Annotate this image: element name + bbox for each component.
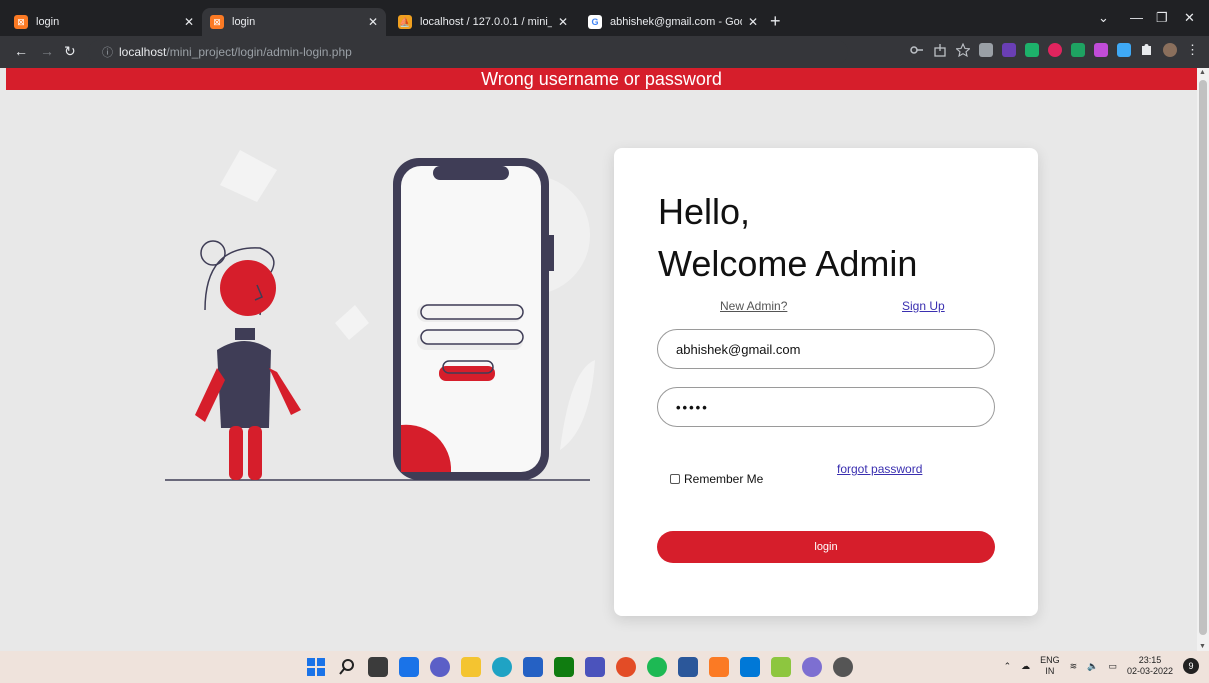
scroll-down-icon[interactable]: ▼	[1199, 643, 1206, 650]
system-tray: ⌃ ☁ ENG IN ≋ 🔈 ▭ 23:15 02-03-2022 9	[1004, 655, 1199, 677]
word-icon[interactable]	[678, 657, 698, 677]
snipping-tool-icon[interactable]	[771, 657, 791, 677]
greeting-line-1: Hello,	[658, 191, 751, 232]
close-icon[interactable]: ✕	[184, 15, 194, 29]
windows-taskbar: ⌃ ☁ ENG IN ≋ 🔈 ▭ 23:15 02-03-2022 9	[0, 651, 1209, 683]
window-close-button[interactable]: ✕	[1184, 10, 1195, 26]
forgot-password-link[interactable]: forgot password	[837, 462, 922, 476]
person-figure	[195, 240, 301, 480]
spotify-icon[interactable]	[647, 657, 667, 677]
minimize-button[interactable]: —	[1130, 10, 1143, 25]
tab-title: login	[232, 16, 256, 28]
task-view-icon[interactable]	[368, 657, 388, 677]
page-title: Hello, Welcome Admin	[658, 186, 917, 290]
pin-extension-icon[interactable]	[1025, 43, 1039, 57]
error-banner: Wrong username or password	[6, 68, 1197, 90]
tab-login-2[interactable]: ⊠ login ✕	[202, 8, 386, 36]
address-bar: ← → ↻ ⓘ localhost/mini_project/login/adm…	[0, 36, 1209, 68]
close-icon[interactable]: ✕	[368, 15, 378, 29]
url-host: localhost	[119, 45, 167, 59]
login-button[interactable]: login	[657, 531, 995, 563]
tab-google-search[interactable]: G abhishek@gmail.com - Google S ✕	[580, 8, 766, 36]
show-hidden-icons-icon[interactable]: ⌃	[1004, 661, 1012, 672]
new-tab-button[interactable]: +	[770, 10, 781, 32]
xbox-icon[interactable]	[554, 657, 574, 677]
clock[interactable]: 23:15 02-03-2022	[1127, 655, 1173, 677]
camera-extension-icon[interactable]	[979, 43, 993, 57]
language-indicator[interactable]: ENG IN	[1040, 655, 1060, 677]
restore-button[interactable]: ❐	[1156, 10, 1168, 26]
scroll-up-icon[interactable]: ▲	[1199, 69, 1206, 76]
edge-icon[interactable]	[492, 657, 512, 677]
xampp-icon: ⊠	[14, 15, 28, 29]
taskbar-apps	[306, 657, 853, 677]
wifi-icon[interactable]: ≋	[1070, 661, 1078, 672]
chrome-icon[interactable]	[616, 657, 636, 677]
tab-search-chevron-icon[interactable]: ⌄	[1098, 10, 1109, 26]
remember-me[interactable]: Remember Me	[670, 472, 763, 486]
xampp-icon: ⊠	[210, 15, 224, 29]
volume-icon[interactable]: 🔈	[1087, 661, 1098, 672]
tag-extension-icon[interactable]	[1117, 43, 1131, 57]
tab-phpmyadmin[interactable]: ⛵ localhost / 127.0.0.1 / mini_proje ✕	[390, 8, 576, 36]
chrome-profile-2-icon[interactable]	[833, 657, 853, 677]
email-field[interactable]: abhishek@gmail.com	[657, 329, 995, 369]
scroll-thumb[interactable]	[1199, 80, 1207, 635]
tab-title: abhishek@gmail.com - Google S	[610, 16, 742, 28]
chat-icon[interactable]	[430, 657, 450, 677]
new-admin-label: New Admin?	[720, 299, 788, 313]
search-icon[interactable]	[337, 657, 357, 677]
extension-toolbar: ⋮	[910, 43, 1199, 57]
onedrive-icon[interactable]: ☁	[1021, 661, 1030, 672]
tab-title: localhost / 127.0.0.1 / mini_proje	[420, 16, 552, 28]
vscode-icon[interactable]	[740, 657, 760, 677]
remember-me-checkbox[interactable]	[670, 474, 680, 484]
greeting-line-2: Welcome Admin	[658, 243, 918, 284]
url-path: /mini_project/login/admin-login.php	[166, 45, 352, 59]
bookmark-star-icon[interactable]	[956, 43, 970, 57]
close-icon[interactable]: ✕	[748, 15, 758, 29]
store-icon[interactable]	[523, 657, 543, 677]
browser-tab-bar: ⊠ login ✕ ⊠ login ✕ ⛵ localhost / 127.0.…	[0, 0, 1209, 36]
phpmyadmin-icon: ⛵	[398, 15, 412, 29]
phone-mockup	[393, 158, 554, 480]
xampp-icon[interactable]	[709, 657, 729, 677]
url-field[interactable]: ⓘ localhost/mini_project/login/admin-log…	[88, 40, 848, 64]
extension-badge-icon[interactable]	[1002, 43, 1016, 57]
login-illustration	[165, 150, 595, 481]
chrome-profile-icon[interactable]	[802, 657, 822, 677]
back-arrow-icon[interactable]: ←	[14, 43, 28, 59]
google-icon: G	[588, 15, 602, 29]
login-card: Hello, Welcome Admin New Admin? Sign Up …	[614, 148, 1038, 616]
site-info-icon[interactable]: ⓘ	[102, 44, 113, 60]
tab-login-1[interactable]: ⊠ login ✕	[6, 8, 202, 36]
date: 02-03-2022	[1126, 666, 1173, 676]
notification-badge[interactable]: 9	[1183, 658, 1199, 674]
page-scrollbar[interactable]: ▲ ▼	[1197, 68, 1209, 651]
widgets-icon[interactable]	[399, 657, 419, 677]
puzzle-icon[interactable]	[1140, 43, 1154, 57]
reload-icon[interactable]: ↻	[64, 43, 76, 60]
forward-arrow-icon[interactable]: →	[40, 43, 54, 59]
sheet-extension-icon[interactable]	[1071, 43, 1085, 57]
menu-kebab-icon[interactable]: ⋮	[1186, 43, 1199, 57]
close-icon[interactable]: ✕	[558, 15, 568, 29]
remember-me-label: Remember Me	[684, 472, 764, 486]
profile-avatar-icon[interactable]	[1163, 43, 1177, 57]
time: 23:15	[1138, 655, 1162, 665]
sign-up-link[interactable]: Sign Up	[902, 299, 945, 313]
share-icon[interactable]	[933, 43, 947, 57]
tab-title: login	[36, 16, 60, 28]
battery-icon[interactable]: ▭	[1108, 661, 1117, 672]
key-icon[interactable]	[910, 43, 924, 57]
shape-extension-icon[interactable]	[1094, 43, 1108, 57]
windows-start-icon[interactable]	[306, 657, 326, 677]
password-field[interactable]: •••••	[657, 387, 995, 427]
app-icon[interactable]	[585, 657, 605, 677]
record-extension-icon[interactable]	[1048, 43, 1062, 57]
file-explorer-icon[interactable]	[461, 657, 481, 677]
